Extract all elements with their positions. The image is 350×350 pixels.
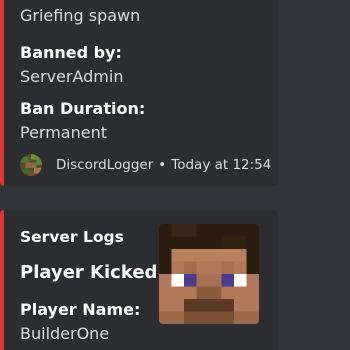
- ban-duration-value: Permanent: [20, 123, 108, 142]
- player-name-value: BuilderOne: [20, 324, 110, 343]
- reason-value: Griefing spawn: [20, 6, 141, 25]
- footer-separator: •: [158, 157, 167, 173]
- ban-embed: Griefing spawn Banned by: ServerAdmin Ba…: [0, 0, 278, 186]
- banned-by-label: Banned by:: [20, 43, 122, 62]
- minecraft-player-head-icon[interactable]: [159, 224, 259, 324]
- kick-embed: Server Logs Player Kicked Player Name: B…: [0, 210, 278, 350]
- embed-footer: DiscordLogger • Today at 12:54: [20, 154, 271, 176]
- footer-timestamp: Today at 12:54: [171, 157, 272, 173]
- chat-viewport: Griefing spawn Banned by: ServerAdmin Ba…: [0, 0, 350, 350]
- footer-author: DiscordLogger: [56, 157, 154, 173]
- embed-author: Server Logs: [20, 228, 124, 246]
- banned-by-value: ServerAdmin: [20, 67, 124, 86]
- ban-duration-label: Ban Duration:: [20, 99, 146, 118]
- embed-title: Player Kicked: [20, 262, 158, 283]
- player-name-label: Player Name:: [20, 300, 141, 319]
- discord-logger-avatar-icon[interactable]: [20, 154, 42, 176]
